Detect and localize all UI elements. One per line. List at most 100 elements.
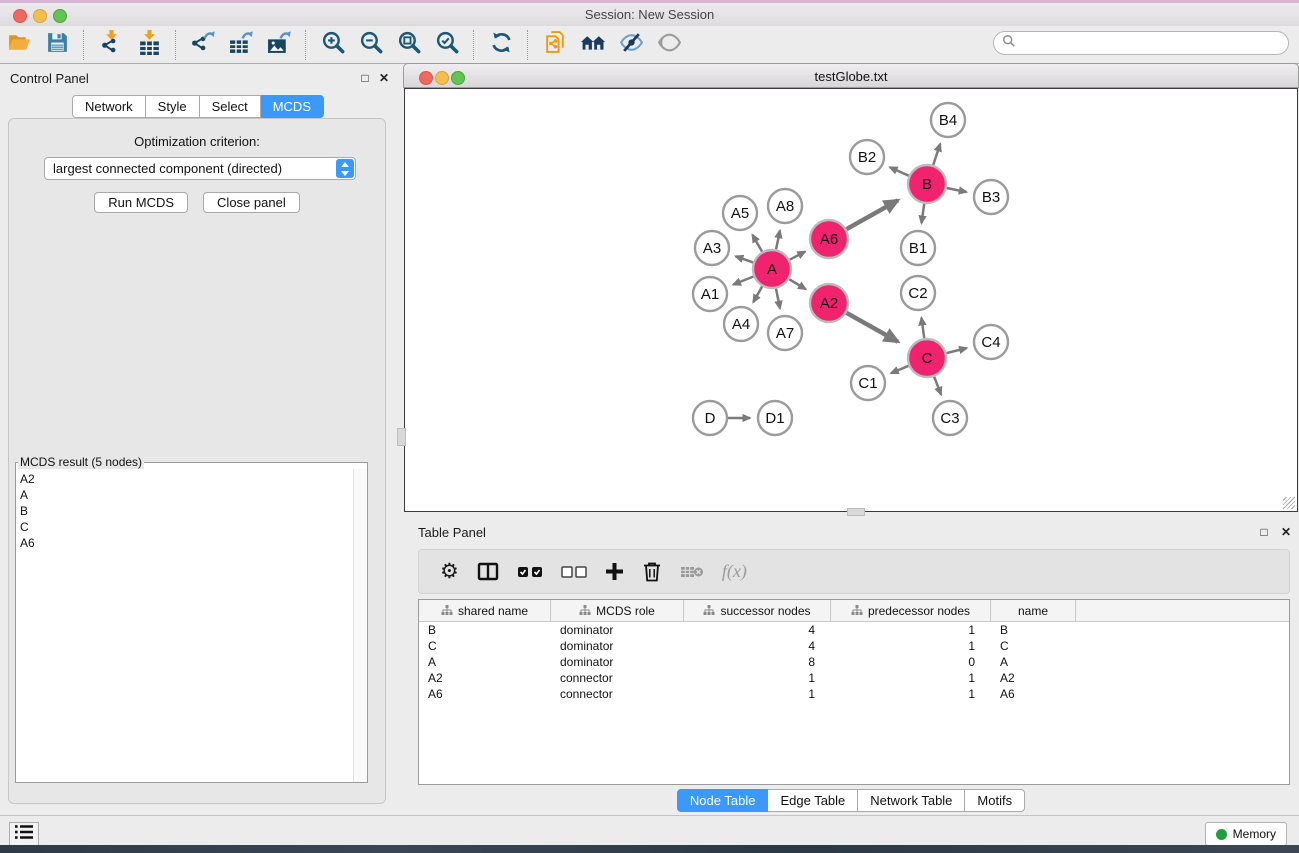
table-cell[interactable]: A: [419, 655, 551, 669]
show-hide-button[interactable]: [654, 30, 684, 60]
table-settings-button[interactable]: ⚙: [440, 557, 459, 587]
toggle-graphics-details-button[interactable]: [616, 30, 646, 60]
table-cell[interactable]: C: [419, 639, 551, 653]
tab-motifs[interactable]: Motifs: [965, 789, 1025, 812]
mcds-result-item[interactable]: A6: [20, 535, 353, 551]
table-cell[interactable]: A6: [419, 687, 551, 701]
graph-edge-B-B4[interactable]: [933, 144, 940, 165]
table-cell[interactable]: 1: [684, 687, 831, 701]
table-row[interactable]: Cdominator41C: [419, 638, 1289, 654]
table-row[interactable]: Bdominator41B: [419, 622, 1289, 638]
table-cell[interactable]: connector: [551, 687, 684, 701]
table-cell[interactable]: A6: [991, 687, 1076, 701]
table-cell[interactable]: connector: [551, 671, 684, 685]
memory-button[interactable]: Memory: [1205, 822, 1287, 846]
table-cell[interactable]: dominator: [551, 639, 684, 653]
table-cell[interactable]: A: [991, 655, 1076, 669]
mcds-result-item[interactable]: A: [20, 487, 353, 503]
graph-edge-A-A4[interactable]: [753, 286, 762, 302]
show-panels-button[interactable]: [9, 822, 39, 847]
float-panel-icon[interactable]: □: [1256, 524, 1272, 540]
graph-edge-A-A2[interactable]: [789, 279, 806, 289]
graph-edge-C-C2[interactable]: [921, 318, 924, 338]
mcds-result-item[interactable]: B: [20, 503, 353, 519]
criterion-select[interactable]: largest connected component (directed): [44, 157, 356, 180]
delete-column-button[interactable]: [642, 557, 662, 587]
close-panel-button[interactable]: Close panel: [203, 192, 300, 213]
home-view-button[interactable]: [578, 30, 608, 60]
float-panel-icon[interactable]: □: [357, 70, 373, 86]
deselect-all-button[interactable]: [561, 557, 587, 587]
select-all-button[interactable]: [517, 557, 543, 587]
table-row[interactable]: Adominator80A: [419, 654, 1289, 670]
zoom-selected-button[interactable]: [432, 30, 462, 60]
delete-table-button-disabled[interactable]: [680, 557, 704, 587]
run-mcds-button[interactable]: Run MCDS: [94, 192, 188, 213]
table-cell[interactable]: 1: [831, 687, 991, 701]
table-cell[interactable]: dominator: [551, 623, 684, 637]
tab-node-table[interactable]: Node Table: [677, 789, 769, 812]
window-resize-grip[interactable]: [1283, 497, 1295, 509]
search-input[interactable]: [993, 31, 1289, 55]
table-cell[interactable]: B: [991, 623, 1076, 637]
table-cell[interactable]: 1: [684, 671, 831, 685]
import-table-button[interactable]: [134, 30, 164, 60]
import-network-button[interactable]: [96, 30, 126, 60]
graph-edge-A-A3[interactable]: [736, 256, 754, 262]
table-cell[interactable]: 4: [684, 623, 831, 637]
table-cell[interactable]: dominator: [551, 655, 684, 669]
tab-select[interactable]: Select: [200, 95, 261, 118]
zoom-in-button[interactable]: [318, 30, 348, 60]
graph-edge-C-C1[interactable]: [891, 366, 909, 373]
table-cell[interactable]: A2: [419, 671, 551, 685]
network-canvas[interactable]: B4B2BB3A8A5A6A3B1AA1C2A2A4A7C4CC1C3DD1: [404, 88, 1298, 512]
graph-edge-B-B3[interactable]: [947, 188, 967, 192]
refresh-layout-button[interactable]: [486, 30, 516, 60]
mcds-result-item[interactable]: C: [20, 519, 353, 535]
export-network-button[interactable]: [188, 30, 218, 60]
table-cell[interactable]: 0: [831, 655, 991, 669]
table-cell[interactable]: A2: [991, 671, 1076, 685]
graph-edge-A2-C[interactable]: [846, 313, 897, 342]
open-session-button[interactable]: [4, 30, 34, 60]
graph-edge-C-C3[interactable]: [934, 377, 941, 395]
splitter-handle[interactable]: [847, 508, 865, 516]
table-cell[interactable]: 8: [684, 655, 831, 669]
close-panel-icon[interactable]: ✕: [1278, 524, 1294, 540]
result-scrollbar[interactable]: [353, 469, 367, 782]
graph-edge-A-A8[interactable]: [776, 230, 780, 249]
graph-edge-A-A5[interactable]: [752, 235, 762, 252]
close-panel-icon[interactable]: ✕: [376, 70, 392, 86]
function-builder-button-disabled[interactable]: f(x): [722, 557, 747, 587]
table-cell[interactable]: B: [419, 623, 551, 637]
graph-edge-B-B2[interactable]: [890, 167, 909, 176]
zoom-out-button[interactable]: [356, 30, 386, 60]
splitter-handle[interactable]: [397, 428, 406, 446]
graph-edge-A-A6[interactable]: [790, 252, 805, 260]
network-window-titlebar[interactable]: testGlobe.txt: [403, 63, 1299, 88]
table-cell[interactable]: C: [991, 639, 1076, 653]
table-cell[interactable]: 1: [831, 671, 991, 685]
graph-edge-A-A1[interactable]: [733, 276, 753, 284]
table-cell[interactable]: 1: [831, 623, 991, 637]
tab-style[interactable]: Style: [146, 95, 200, 118]
save-session-button[interactable]: [42, 30, 72, 60]
export-image-button[interactable]: [264, 30, 294, 60]
column-header-name[interactable]: name: [991, 600, 1076, 621]
column-header-successor-nodes[interactable]: successor nodes: [684, 600, 831, 621]
column-header-predecessor-nodes[interactable]: predecessor nodes: [831, 600, 991, 621]
table-cell[interactable]: 1: [831, 639, 991, 653]
zoom-fit-button[interactable]: [394, 30, 424, 60]
graph-edge-C-C4[interactable]: [946, 348, 966, 353]
graph-edge-A-A7[interactable]: [776, 289, 780, 309]
table-cell[interactable]: 4: [684, 639, 831, 653]
tab-network[interactable]: Network: [72, 95, 146, 118]
graph-edge-B-B1[interactable]: [921, 204, 924, 223]
table-row[interactable]: A2connector11A2: [419, 670, 1289, 686]
column-header-mcds-role[interactable]: MCDS role: [551, 600, 684, 621]
graph-edge-A6-B[interactable]: [846, 200, 897, 229]
create-column-button[interactable]: [605, 557, 624, 587]
tab-network-table[interactable]: Network Table: [858, 789, 965, 812]
clone-network-button[interactable]: [540, 30, 570, 60]
column-visibility-button[interactable]: [477, 557, 499, 587]
